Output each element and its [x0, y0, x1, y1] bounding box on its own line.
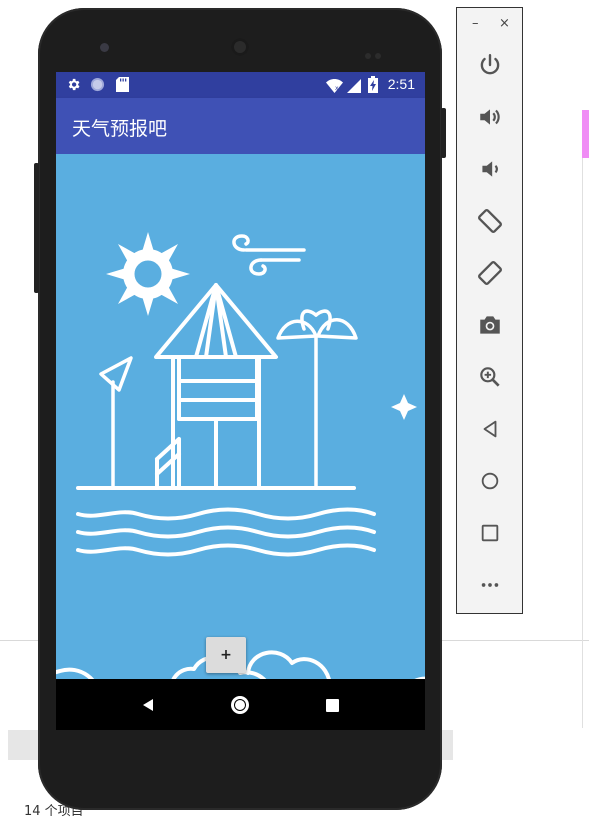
overview-icon[interactable] — [473, 516, 507, 550]
wave-line — [78, 510, 374, 519]
add-button[interactable]: + — [206, 637, 246, 673]
volume-up-icon[interactable] — [473, 100, 507, 134]
volume-down-icon[interactable] — [473, 152, 507, 186]
home-icon[interactable] — [473, 464, 507, 498]
svg-text:x: x — [335, 85, 339, 92]
sync-icon — [90, 77, 105, 96]
navigation-bar — [56, 679, 425, 730]
wind-icon — [234, 236, 304, 274]
beach-illustration — [56, 154, 425, 679]
desktop-edge — [582, 158, 583, 728]
status-time: 2:51 — [388, 76, 415, 92]
flag-icon — [101, 358, 131, 487]
sparkle-icon — [391, 394, 417, 420]
weather-content: + — [56, 154, 425, 679]
rotate-left-icon[interactable] — [473, 204, 507, 238]
wifi-icon: x — [326, 78, 343, 97]
app-bar: 天气预报吧 — [56, 98, 425, 154]
phone-volume-key — [34, 163, 39, 293]
rotate-right-icon[interactable] — [473, 256, 507, 290]
settings-icon — [66, 77, 81, 96]
desktop-accent — [582, 110, 589, 158]
palm-tree-icon — [278, 311, 356, 487]
front-camera — [100, 43, 109, 52]
phone-power-key — [441, 108, 446, 158]
screenshot-icon[interactable] — [473, 308, 507, 342]
minimize-button[interactable]: – — [472, 18, 479, 30]
status-bar: x 2:51 — [56, 72, 425, 98]
battery-charging-icon — [368, 76, 378, 97]
nav-home-icon[interactable] — [226, 691, 254, 719]
more-icon[interactable] — [473, 568, 507, 602]
zoom-icon[interactable] — [473, 360, 507, 394]
back-icon[interactable] — [473, 412, 507, 446]
hut-icon — [156, 285, 276, 487]
device-screen: x 2:51 天气预报吧 — [56, 72, 425, 730]
signal-icon — [347, 78, 361, 97]
wave-line — [78, 546, 374, 555]
wave-line — [78, 528, 374, 537]
cloud-icon — [163, 652, 349, 679]
emulator-toolbar: – × — [456, 7, 523, 614]
earpiece-speaker — [231, 38, 249, 56]
nav-back-icon[interactable] — [134, 691, 162, 719]
sd-card-icon — [116, 77, 129, 96]
cloud-icon — [56, 670, 124, 679]
sun-icon — [106, 232, 190, 316]
close-button[interactable]: × — [499, 18, 510, 30]
power-icon[interactable] — [473, 48, 507, 82]
nav-recents-icon[interactable] — [318, 691, 346, 719]
sensors — [365, 44, 389, 50]
app-title: 天气预报吧 — [72, 114, 167, 141]
